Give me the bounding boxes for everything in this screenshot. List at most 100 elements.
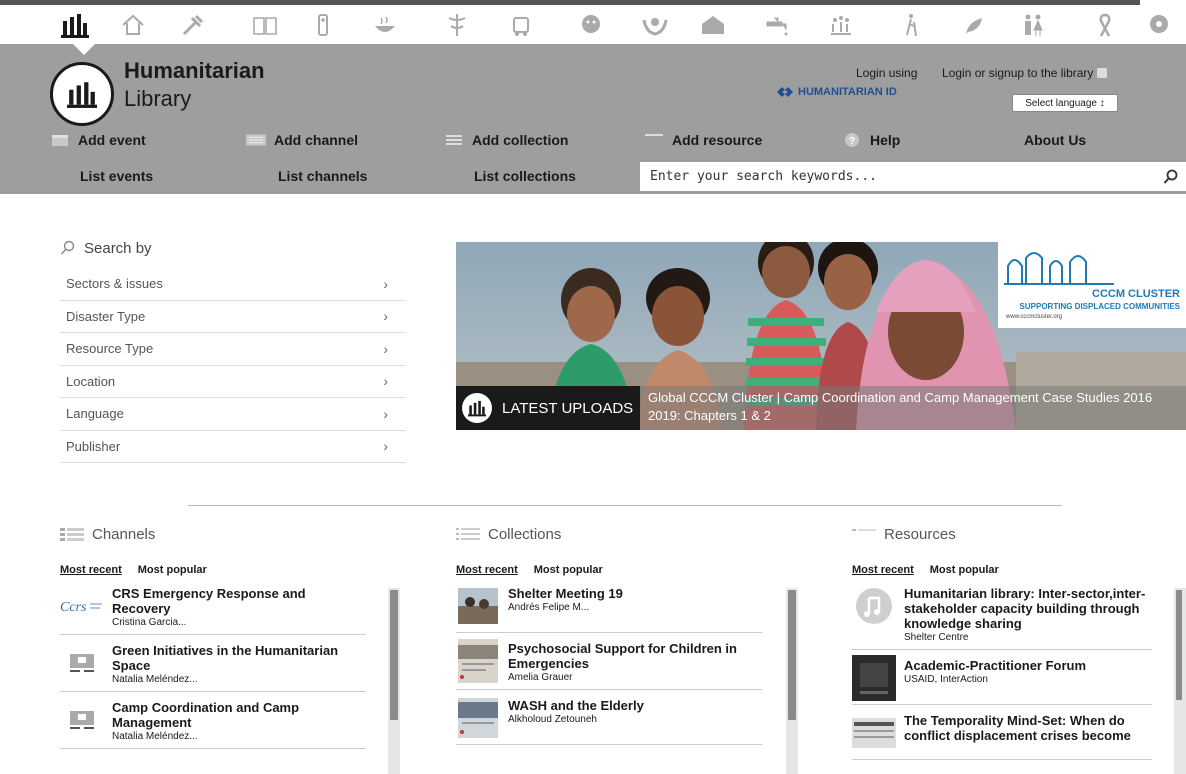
search-icon[interactable] — [1156, 162, 1186, 191]
chevron-right-icon: › — [383, 405, 388, 422]
list-item[interactable]: Shelter Meeting 19 Andrés Felipe M... — [456, 586, 762, 633]
latest-uploads-banner[interactable]: CCCM CLUSTER SUPPORTING DISPLACED COMMUN… — [456, 242, 1186, 430]
library-icon[interactable] — [60, 10, 90, 40]
collections-scrollbar[interactable] — [786, 588, 798, 774]
list-item[interactable]: Humanitarian library: Inter-sector,inter… — [852, 586, 1152, 650]
humanitarian-id-login-link[interactable]: HUMANITARIAN ID — [776, 86, 897, 98]
list-item[interactable]: Psychosocial Support for Children in Eme… — [456, 639, 762, 690]
cccm-emblem-icon — [1004, 252, 1114, 285]
water-icon[interactable] — [762, 10, 792, 40]
camp-icon[interactable] — [698, 10, 728, 40]
filter-language[interactable]: Language › — [60, 398, 406, 431]
item-title: Humanitarian library: Inter-sector,inter… — [904, 586, 1146, 631]
about-us-link[interactable]: About Us — [1024, 132, 1086, 148]
list-events-link[interactable]: List events — [80, 168, 153, 184]
tab-most-popular[interactable]: Most popular — [930, 564, 999, 576]
resources-tabs: Most recent Most popular — [852, 564, 1186, 576]
nutrition-icon[interactable] — [576, 10, 606, 40]
list-item[interactable]: Green Initiatives in the Humanitarian Sp… — [60, 643, 366, 692]
collection-thumbnail — [456, 639, 500, 683]
list-item[interactable]: Academic-Practitioner Forum USAID, InterA… — [852, 655, 1152, 705]
logistics-icon[interactable] — [506, 10, 536, 40]
add-collection-link[interactable]: Add collection — [444, 132, 568, 148]
add-channel-label: Add channel — [274, 132, 359, 148]
filter-location[interactable]: Location › — [60, 366, 406, 398]
gender-icon[interactable] — [1018, 10, 1048, 40]
tab-most-popular[interactable]: Most popular — [534, 564, 603, 576]
channel-thumbnail-icon — [60, 643, 104, 683]
tab-most-recent[interactable]: Most recent — [60, 564, 122, 576]
list-channels-link[interactable]: List channels — [278, 168, 367, 184]
item-author: USAID, InterAction — [904, 674, 988, 685]
add-event-label: Add event — [78, 132, 146, 148]
cccm-cluster-logo: CCCM CLUSTER SUPPORTING DISPLACED COMMUN… — [998, 242, 1186, 328]
collection-thumbnail — [456, 586, 500, 626]
channel-list-icon — [246, 133, 266, 147]
filter-publisher[interactable]: Publisher › — [60, 431, 406, 463]
list-collections-link[interactable]: List collections — [474, 168, 576, 184]
chevron-right-icon: › — [383, 373, 388, 390]
resources-list: Humanitarian library: Inter-sector,inter… — [852, 586, 1186, 760]
site-title[interactable]: Humanitarian — [124, 58, 265, 84]
filter-resource-type[interactable]: Resource Type › — [60, 333, 406, 366]
chevron-right-icon: › — [383, 275, 388, 292]
medical-icon[interactable] — [442, 10, 472, 40]
protection-icon[interactable] — [640, 10, 670, 40]
scrollbar-thumb[interactable] — [1176, 590, 1182, 700]
search-bar — [640, 162, 1186, 191]
hiv-icon[interactable] — [1090, 10, 1120, 40]
login-signup-link[interactable]: Login or signup to the library — [942, 66, 1108, 80]
item-title: Camp Coordination and Camp Management — [112, 700, 300, 730]
item-title: Academic-Practitioner Forum — [904, 658, 1087, 673]
filter-label: Publisher — [66, 438, 121, 454]
filter-label: Disaster Type — [66, 308, 146, 324]
filter-disaster-type[interactable]: Disaster Type › — [60, 301, 406, 333]
collections-list: Shelter Meeting 19 Andrés Felipe M... Psy… — [456, 586, 796, 745]
site-subtitle[interactable]: Library — [124, 86, 191, 112]
resource-icon — [852, 529, 876, 531]
shelter-icon[interactable] — [118, 10, 148, 40]
item-author: Natalia Meléndez... — [112, 731, 198, 742]
language-select[interactable]: Select language ↕ — [1012, 94, 1118, 112]
humanitarian-library-logo[interactable] — [50, 62, 114, 126]
add-resource-link[interactable]: Add resource — [644, 132, 762, 148]
tab-most-popular[interactable]: Most popular — [138, 564, 207, 576]
item-author: Amelia Grauer — [508, 672, 573, 683]
banner-caption[interactable]: Global CCCM Cluster | Camp Coordination … — [640, 386, 1186, 430]
cccm-tagline: SUPPORTING DISPLACED COMMUNITIES — [1019, 302, 1180, 311]
resources-scrollbar[interactable] — [1174, 588, 1186, 774]
collections-column: Collections Most recent Most popular She… — [456, 520, 796, 753]
filter-sectors-issues[interactable]: Sectors & issues › — [60, 268, 406, 301]
tab-most-recent[interactable]: Most recent — [852, 564, 914, 576]
tab-most-recent[interactable]: Most recent — [456, 564, 518, 576]
channels-list: Ccrs CRS Emergency Response and Recovery… — [60, 586, 400, 749]
chevron-right-icon: › — [383, 308, 388, 325]
list-item[interactable]: Camp Coordination and Camp Management Nat… — [60, 700, 366, 749]
list-item[interactable]: WASH and the Elderly Alkholoud Zetouneh — [456, 698, 762, 745]
list-item[interactable]: Ccrs CRS Emergency Response and Recovery… — [60, 586, 366, 635]
item-title: Green Initiatives in the Humanitarian Sp… — [112, 643, 339, 673]
help-link[interactable]: ? Help — [842, 132, 900, 148]
resources-heading: Resources — [852, 520, 1186, 548]
population-icon[interactable] — [826, 10, 856, 40]
item-author: Cristina Garcia... — [112, 617, 187, 628]
tools-icon[interactable] — [178, 10, 208, 40]
channels-scrollbar[interactable] — [388, 588, 400, 774]
item-author: Shelter Centre — [904, 632, 969, 643]
education-icon[interactable] — [250, 10, 280, 40]
elderly-icon[interactable] — [896, 10, 926, 40]
scrollbar-thumb[interactable] — [390, 590, 398, 720]
item-author: Alkholoud Zetouneh — [508, 714, 597, 725]
scrollbar-thumb[interactable] — [788, 590, 796, 720]
search-input[interactable] — [640, 162, 1156, 191]
mental-health-icon[interactable] — [1144, 10, 1174, 40]
add-event-link[interactable]: Add event — [50, 132, 146, 148]
chevron-right-icon: › — [383, 340, 388, 357]
list-item[interactable]: The Temporality Mind-Set: When do confli… — [852, 713, 1152, 760]
collections-title: Collections — [488, 525, 562, 543]
food-icon[interactable] — [370, 10, 400, 40]
health-icon[interactable] — [308, 10, 338, 40]
humanitarian-id-icon — [777, 87, 793, 97]
environment-icon[interactable] — [958, 10, 988, 40]
add-channel-link[interactable]: Add channel — [246, 132, 358, 148]
